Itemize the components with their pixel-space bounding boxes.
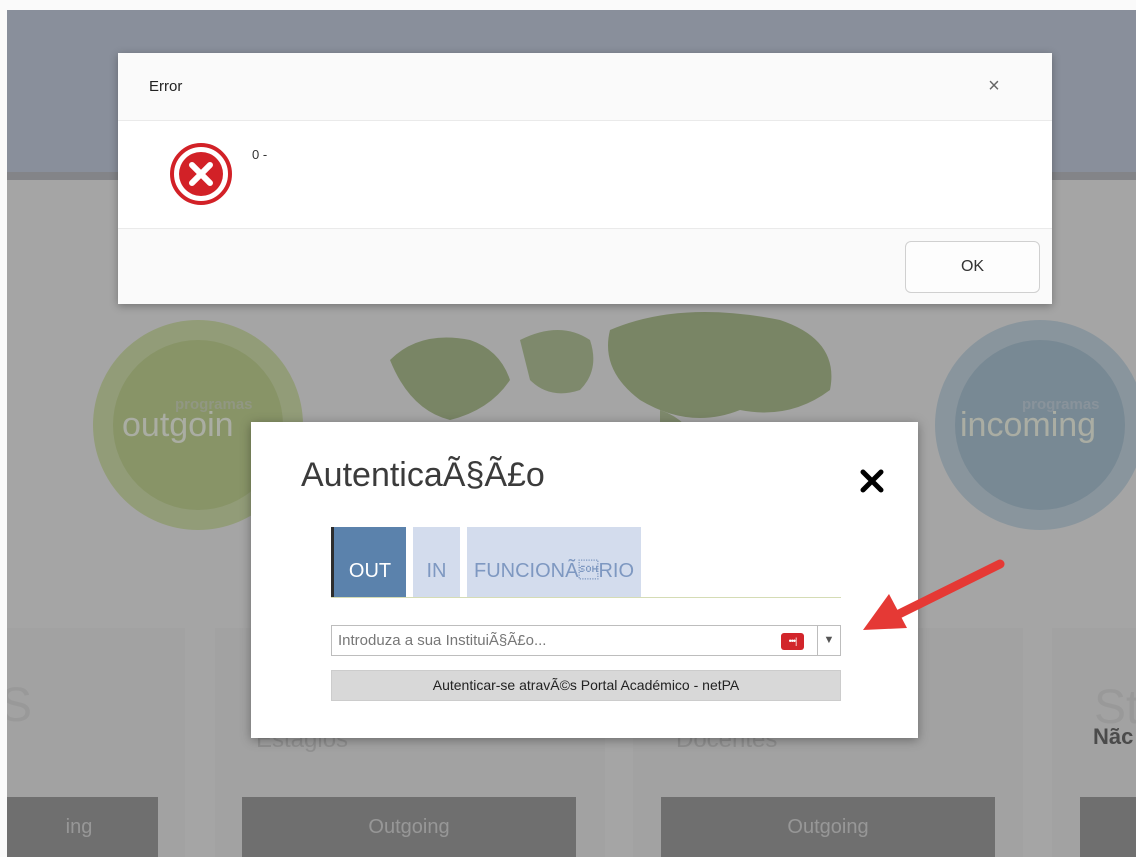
error-message: 0 -	[252, 147, 268, 162]
auth-tabs: OUT IN FUNCIONÃRIO	[331, 527, 841, 598]
error-dialog: Error × 0 - OK	[118, 53, 1052, 304]
red-arrow-annotation-icon	[863, 559, 1005, 630]
error-close-icon[interactable]: ×	[984, 75, 1004, 97]
institution-select[interactable]: •••| ▼	[331, 625, 841, 656]
frame-left-edge	[0, 0, 7, 857]
error-dialog-title: Error	[149, 78, 183, 95]
chevron-down-icon[interactable]: ▼	[817, 626, 840, 655]
tab-out[interactable]: OUT	[331, 527, 406, 597]
tab-in[interactable]: IN	[413, 527, 460, 597]
tab-funcionario[interactable]: FUNCIONÃRIO	[467, 527, 641, 597]
auth-dialog-title: AutenticaÃ§Ã£o	[301, 456, 545, 494]
institution-input[interactable]	[332, 626, 817, 655]
frame-top-edge	[0, 0, 1136, 10]
auth-dialog: AutenticaÃ§Ã£o OUT IN FUNCIONÃRIO •••| …	[251, 422, 918, 738]
error-dialog-footer: OK	[118, 228, 1052, 304]
ok-button[interactable]: OK	[905, 241, 1040, 293]
error-dialog-header: Error ×	[118, 53, 1052, 121]
close-x-icon[interactable]	[859, 468, 885, 494]
error-dialog-body: 0 -	[118, 121, 1052, 228]
netpa-auth-button[interactable]: Autenticar-se atravÃ©s Portal Académico …	[331, 670, 841, 701]
error-x-circle-icon	[170, 143, 232, 205]
password-manager-icon[interactable]: •••|	[781, 633, 804, 650]
